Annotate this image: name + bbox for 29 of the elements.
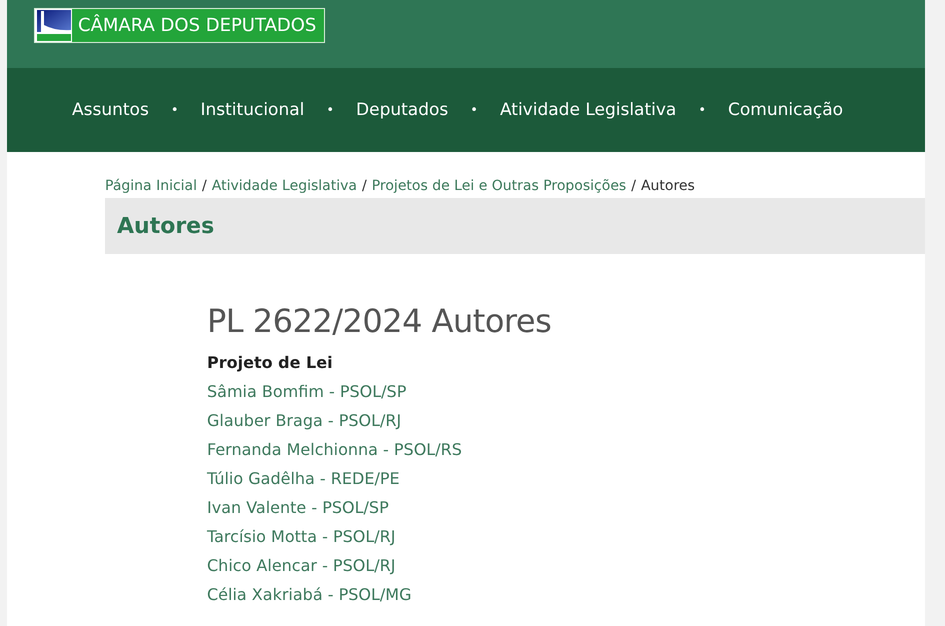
subheading: Projeto de Lei <box>207 352 334 374</box>
page-title: Autores <box>117 214 214 238</box>
author-link[interactable]: Sâmia Bomfim - PSOL/SP <box>207 377 406 406</box>
nav-separator: • <box>170 102 180 118</box>
author-link[interactable]: Túlio Gadêlha - REDE/PE <box>207 464 400 493</box>
nav-separator: • <box>325 102 336 118</box>
nav-link[interactable]: Atividade Legislativa <box>500 100 676 120</box>
author-link[interactable]: Chico Alencar - PSOL/RJ <box>207 551 396 580</box>
breadcrumb-separator: / <box>201 178 208 194</box>
nav-link[interactable]: Deputados <box>356 100 448 120</box>
heading: PL 2622/2024 Autores <box>207 302 552 340</box>
breadcrumb-link[interactable]: Página Inicial <box>105 178 198 194</box>
breadcrumb-current: Autores <box>640 178 695 194</box>
nav-link[interactable]: Comunicação <box>728 100 844 120</box>
author-link[interactable]: Tarcísio Motta - PSOL/RJ <box>207 522 396 551</box>
breadcrumb-link[interactable]: Atividade Legislativa <box>212 178 357 194</box>
nav-link[interactable]: Assuntos <box>72 100 149 120</box>
breadcrumb-separator: / <box>630 178 637 194</box>
author-link[interactable]: Fernanda Melchionna - PSOL/RS <box>207 435 462 464</box>
nav-link[interactable]: Institucional <box>200 100 304 120</box>
nav-separator: • <box>697 102 707 118</box>
breadcrumb-link[interactable]: Projetos de Lei e Outras Proposições <box>372 178 626 194</box>
nav-separator: • <box>469 102 479 118</box>
logo-text: CÂMARA DOS DEPUTADOS <box>72 9 324 42</box>
breadcrumb-separator: / <box>361 178 368 194</box>
author-link[interactable]: Glauber Braga - PSOL/RJ <box>207 406 402 435</box>
site-logo[interactable]: CÂMARA DOS DEPUTADOS <box>34 8 326 43</box>
author-link[interactable]: Célia Xakriabá - PSOL/MG <box>207 580 412 609</box>
author-link[interactable]: Ivan Valente - PSOL/SP <box>207 493 389 522</box>
